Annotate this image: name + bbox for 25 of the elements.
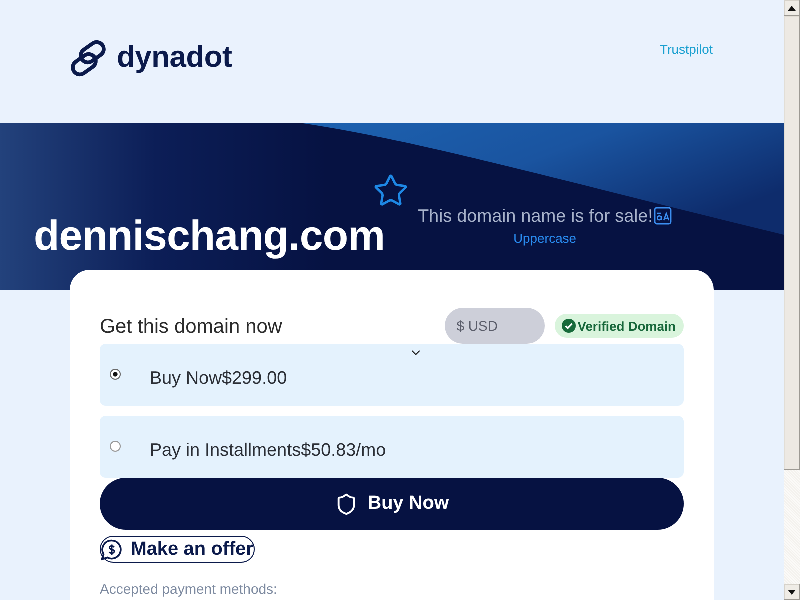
- buy-now-button[interactable]: Buy Now: [100, 478, 684, 530]
- chain-link-icon: [70, 40, 107, 78]
- scrollbar-thumb[interactable]: [784, 16, 800, 470]
- payment-methods-label: Accepted payment methods:: [100, 581, 278, 597]
- sale-message: This domain name is for sale!: [418, 205, 654, 227]
- caret-up-icon[interactable]: [788, 6, 796, 10]
- currency-select[interactable]: $ USD: [444, 308, 545, 344]
- badge-label: Verified Domain: [578, 318, 676, 334]
- scroll-down-button[interactable]: [784, 584, 800, 600]
- scroll-up-button[interactable]: [784, 0, 800, 16]
- payment-option[interactable]: Pay in Installments$50.83/mo: [100, 416, 684, 478]
- translate-icon[interactable]: [654, 207, 672, 225]
- payment-option[interactable]: Buy Now$299.00: [100, 344, 684, 406]
- make-offer-button[interactable]: Make an offer: [100, 536, 256, 563]
- dollar-speech-bubble-icon: [101, 538, 123, 560]
- radio-button[interactable]: [110, 440, 121, 452]
- scrollbar[interactable]: [784, 0, 800, 600]
- star-icon[interactable]: [373, 173, 409, 209]
- radio-button[interactable]: [110, 368, 121, 380]
- caret-down-icon[interactable]: [788, 590, 796, 594]
- logo-text[interactable]: dynadot: [117, 43, 232, 75]
- card-title: Get this domain now: [100, 314, 284, 338]
- uppercase-link[interactable]: Uppercase: [514, 231, 577, 246]
- check-circle-icon: [562, 319, 576, 333]
- domain-name: dennischang.com: [34, 213, 386, 260]
